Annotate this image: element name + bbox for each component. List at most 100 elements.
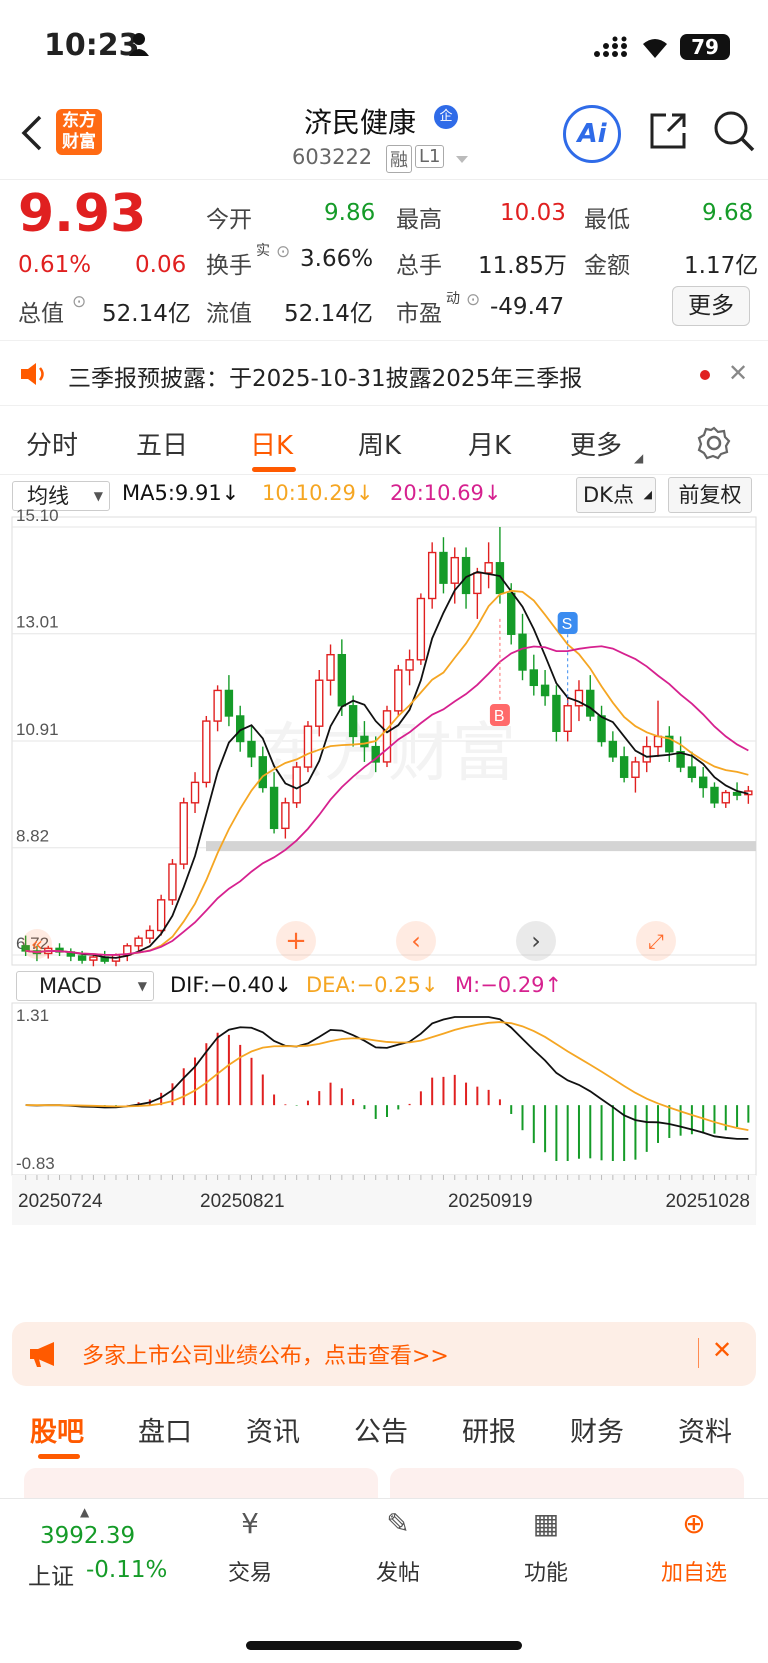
tab-announcement[interactable]: 公告 bbox=[354, 1410, 408, 1449]
chevron-left-icon[interactable]: ‹ bbox=[396, 921, 436, 961]
margin-tag: 融 bbox=[386, 145, 412, 173]
index-name: 上证 bbox=[28, 1564, 74, 1590]
info-icon[interactable]: ⊙ bbox=[276, 242, 290, 262]
change-percent: 0.61% bbox=[18, 252, 92, 278]
tab-profile[interactable]: 资料 bbox=[678, 1410, 732, 1449]
open-label: 今开 bbox=[206, 207, 252, 233]
gear-icon[interactable] bbox=[696, 425, 732, 461]
tab-daily[interactable]: 日K bbox=[250, 425, 293, 462]
candle-body bbox=[710, 786, 719, 804]
expand-icon[interactable]: ⤢ bbox=[636, 921, 676, 961]
m-readout: M:−0.29↑ bbox=[455, 973, 563, 997]
candle-body bbox=[439, 551, 448, 584]
close-icon[interactable]: ✕ bbox=[712, 1336, 732, 1364]
ai-button[interactable]: Ai bbox=[563, 105, 621, 163]
candlestick-svg: 15.1013.0110.918.826.72东方财富BS1.31-0.8320… bbox=[11, 506, 757, 1225]
candle-body bbox=[326, 653, 335, 681]
yen-exchange-icon: ¥ bbox=[241, 1507, 259, 1540]
chevron-down-icon[interactable] bbox=[454, 151, 470, 163]
nav-function[interactable]: ▦ 功能 bbox=[486, 1507, 606, 1587]
search-icon[interactable] bbox=[712, 109, 756, 153]
tab-5day[interactable]: 五日 bbox=[136, 425, 188, 462]
candle-body bbox=[382, 710, 392, 763]
grid-icon: ▦ bbox=[532, 1507, 560, 1540]
y-tick-label: 10.91 bbox=[16, 720, 59, 739]
status-bar: 10:23 79 bbox=[0, 0, 768, 100]
candle-body bbox=[156, 899, 166, 932]
more-button[interactable]: 更多 bbox=[672, 286, 750, 326]
tab-news[interactable]: 资讯 bbox=[246, 1410, 300, 1449]
candle-body bbox=[563, 705, 572, 732]
megaphone-icon bbox=[28, 1340, 64, 1368]
amount-label: 金额 bbox=[584, 253, 630, 279]
back-icon[interactable] bbox=[18, 113, 48, 153]
y-tick-label: 8.82 bbox=[16, 827, 49, 846]
candle-body bbox=[89, 956, 98, 961]
plus-circle-icon: ⊕ bbox=[682, 1507, 706, 1540]
tab-indicator bbox=[38, 1454, 80, 1459]
open-value: 9.86 bbox=[324, 200, 376, 226]
close-icon[interactable]: ✕ bbox=[728, 359, 748, 387]
macd-select[interactable]: MACD ▼ bbox=[16, 971, 154, 1001]
candle-body bbox=[608, 740, 618, 758]
nav-trade[interactable]: ¥ 交易 bbox=[190, 1507, 310, 1587]
candle-body bbox=[292, 766, 301, 804]
edit-icon: ✎ bbox=[386, 1507, 410, 1540]
high-label: 最高 bbox=[396, 207, 442, 233]
rewind-icon[interactable]: « bbox=[22, 929, 52, 959]
candle-body bbox=[337, 653, 347, 707]
share-icon[interactable] bbox=[646, 109, 690, 153]
app-logo: 东方 财富 bbox=[56, 109, 102, 155]
tab-intraday[interactable]: 分时 bbox=[26, 425, 78, 462]
period-tabs: 分时 五日 日K 周K 月K 更多 ◢ bbox=[0, 415, 768, 475]
tab-pankou[interactable]: 盘口 bbox=[138, 1410, 192, 1449]
candle-body bbox=[145, 929, 155, 939]
candle-body bbox=[507, 592, 516, 635]
candle-body bbox=[134, 937, 143, 947]
candle-body bbox=[202, 720, 211, 784]
promo-banner[interactable]: 多家上市公司业绩公布，点击查看>> ✕ bbox=[12, 1322, 756, 1386]
status-time: 10:23 bbox=[44, 28, 140, 63]
notice-text: 三季报预披露：于2025-10-31披露2025年三季报 bbox=[68, 366, 583, 392]
info-icon[interactable]: ⊙ bbox=[72, 292, 86, 312]
zoom-in-icon[interactable]: + bbox=[276, 921, 316, 961]
amount-value: 1.17亿 bbox=[684, 253, 759, 279]
post-card[interactable] bbox=[390, 1468, 744, 1498]
macd-bottom-tick: -0.83 bbox=[16, 1154, 55, 1173]
macd-top-tick: 1.31 bbox=[16, 1006, 49, 1025]
tab-research[interactable]: 研报 bbox=[462, 1410, 516, 1449]
candle-body bbox=[269, 786, 279, 830]
last-price: 9.93 bbox=[18, 184, 147, 244]
nav-function-label: 功能 bbox=[523, 1561, 568, 1586]
tab-monthly[interactable]: 月K bbox=[468, 425, 511, 462]
info-icon[interactable]: ⊙ bbox=[466, 290, 480, 310]
battery-level: 79 bbox=[691, 35, 719, 59]
nav-post[interactable]: ✎ 发帖 bbox=[338, 1507, 458, 1587]
nav-add-watchlist[interactable]: ⊕ 加自选 bbox=[634, 1507, 754, 1587]
tab-finance[interactable]: 财务 bbox=[570, 1410, 624, 1449]
turnover-sup: 实 bbox=[256, 243, 270, 259]
change-amount: 0.06 bbox=[135, 252, 187, 278]
tab-weekly[interactable]: 周K bbox=[358, 425, 401, 462]
tab-indicator bbox=[252, 467, 296, 472]
tab-more[interactable]: 更多 bbox=[570, 425, 622, 462]
post-card[interactable] bbox=[24, 1468, 378, 1498]
y-tick-label: 13.01 bbox=[16, 613, 59, 632]
candle-body bbox=[518, 633, 527, 671]
pe-value: -49.47 bbox=[490, 294, 565, 320]
candle-body bbox=[732, 791, 742, 796]
candle-body bbox=[405, 659, 414, 671]
candle-body bbox=[394, 669, 403, 712]
candle-body bbox=[631, 761, 640, 778]
chevron-right-icon[interactable]: › bbox=[516, 921, 556, 961]
triangle-icon: ◢ bbox=[634, 451, 644, 465]
notice-bar[interactable]: 三季报预披露：于2025-10-31披露2025年三季报 ✕ bbox=[0, 340, 768, 406]
tab-guba[interactable]: 股吧 bbox=[30, 1410, 84, 1449]
candle-body bbox=[315, 679, 324, 727]
float-label: 流值 bbox=[206, 301, 252, 327]
sell-marker-label: S bbox=[562, 616, 573, 633]
kline-chart-area[interactable]: 均线 ▼ MA5:9.91↓ 10:10.29↓ 20:10.69↓ DK点 ◢ 前… bbox=[0, 475, 768, 1305]
buy-marker-label: B bbox=[494, 708, 505, 725]
candle-body bbox=[213, 689, 222, 722]
candle-body bbox=[247, 740, 256, 758]
